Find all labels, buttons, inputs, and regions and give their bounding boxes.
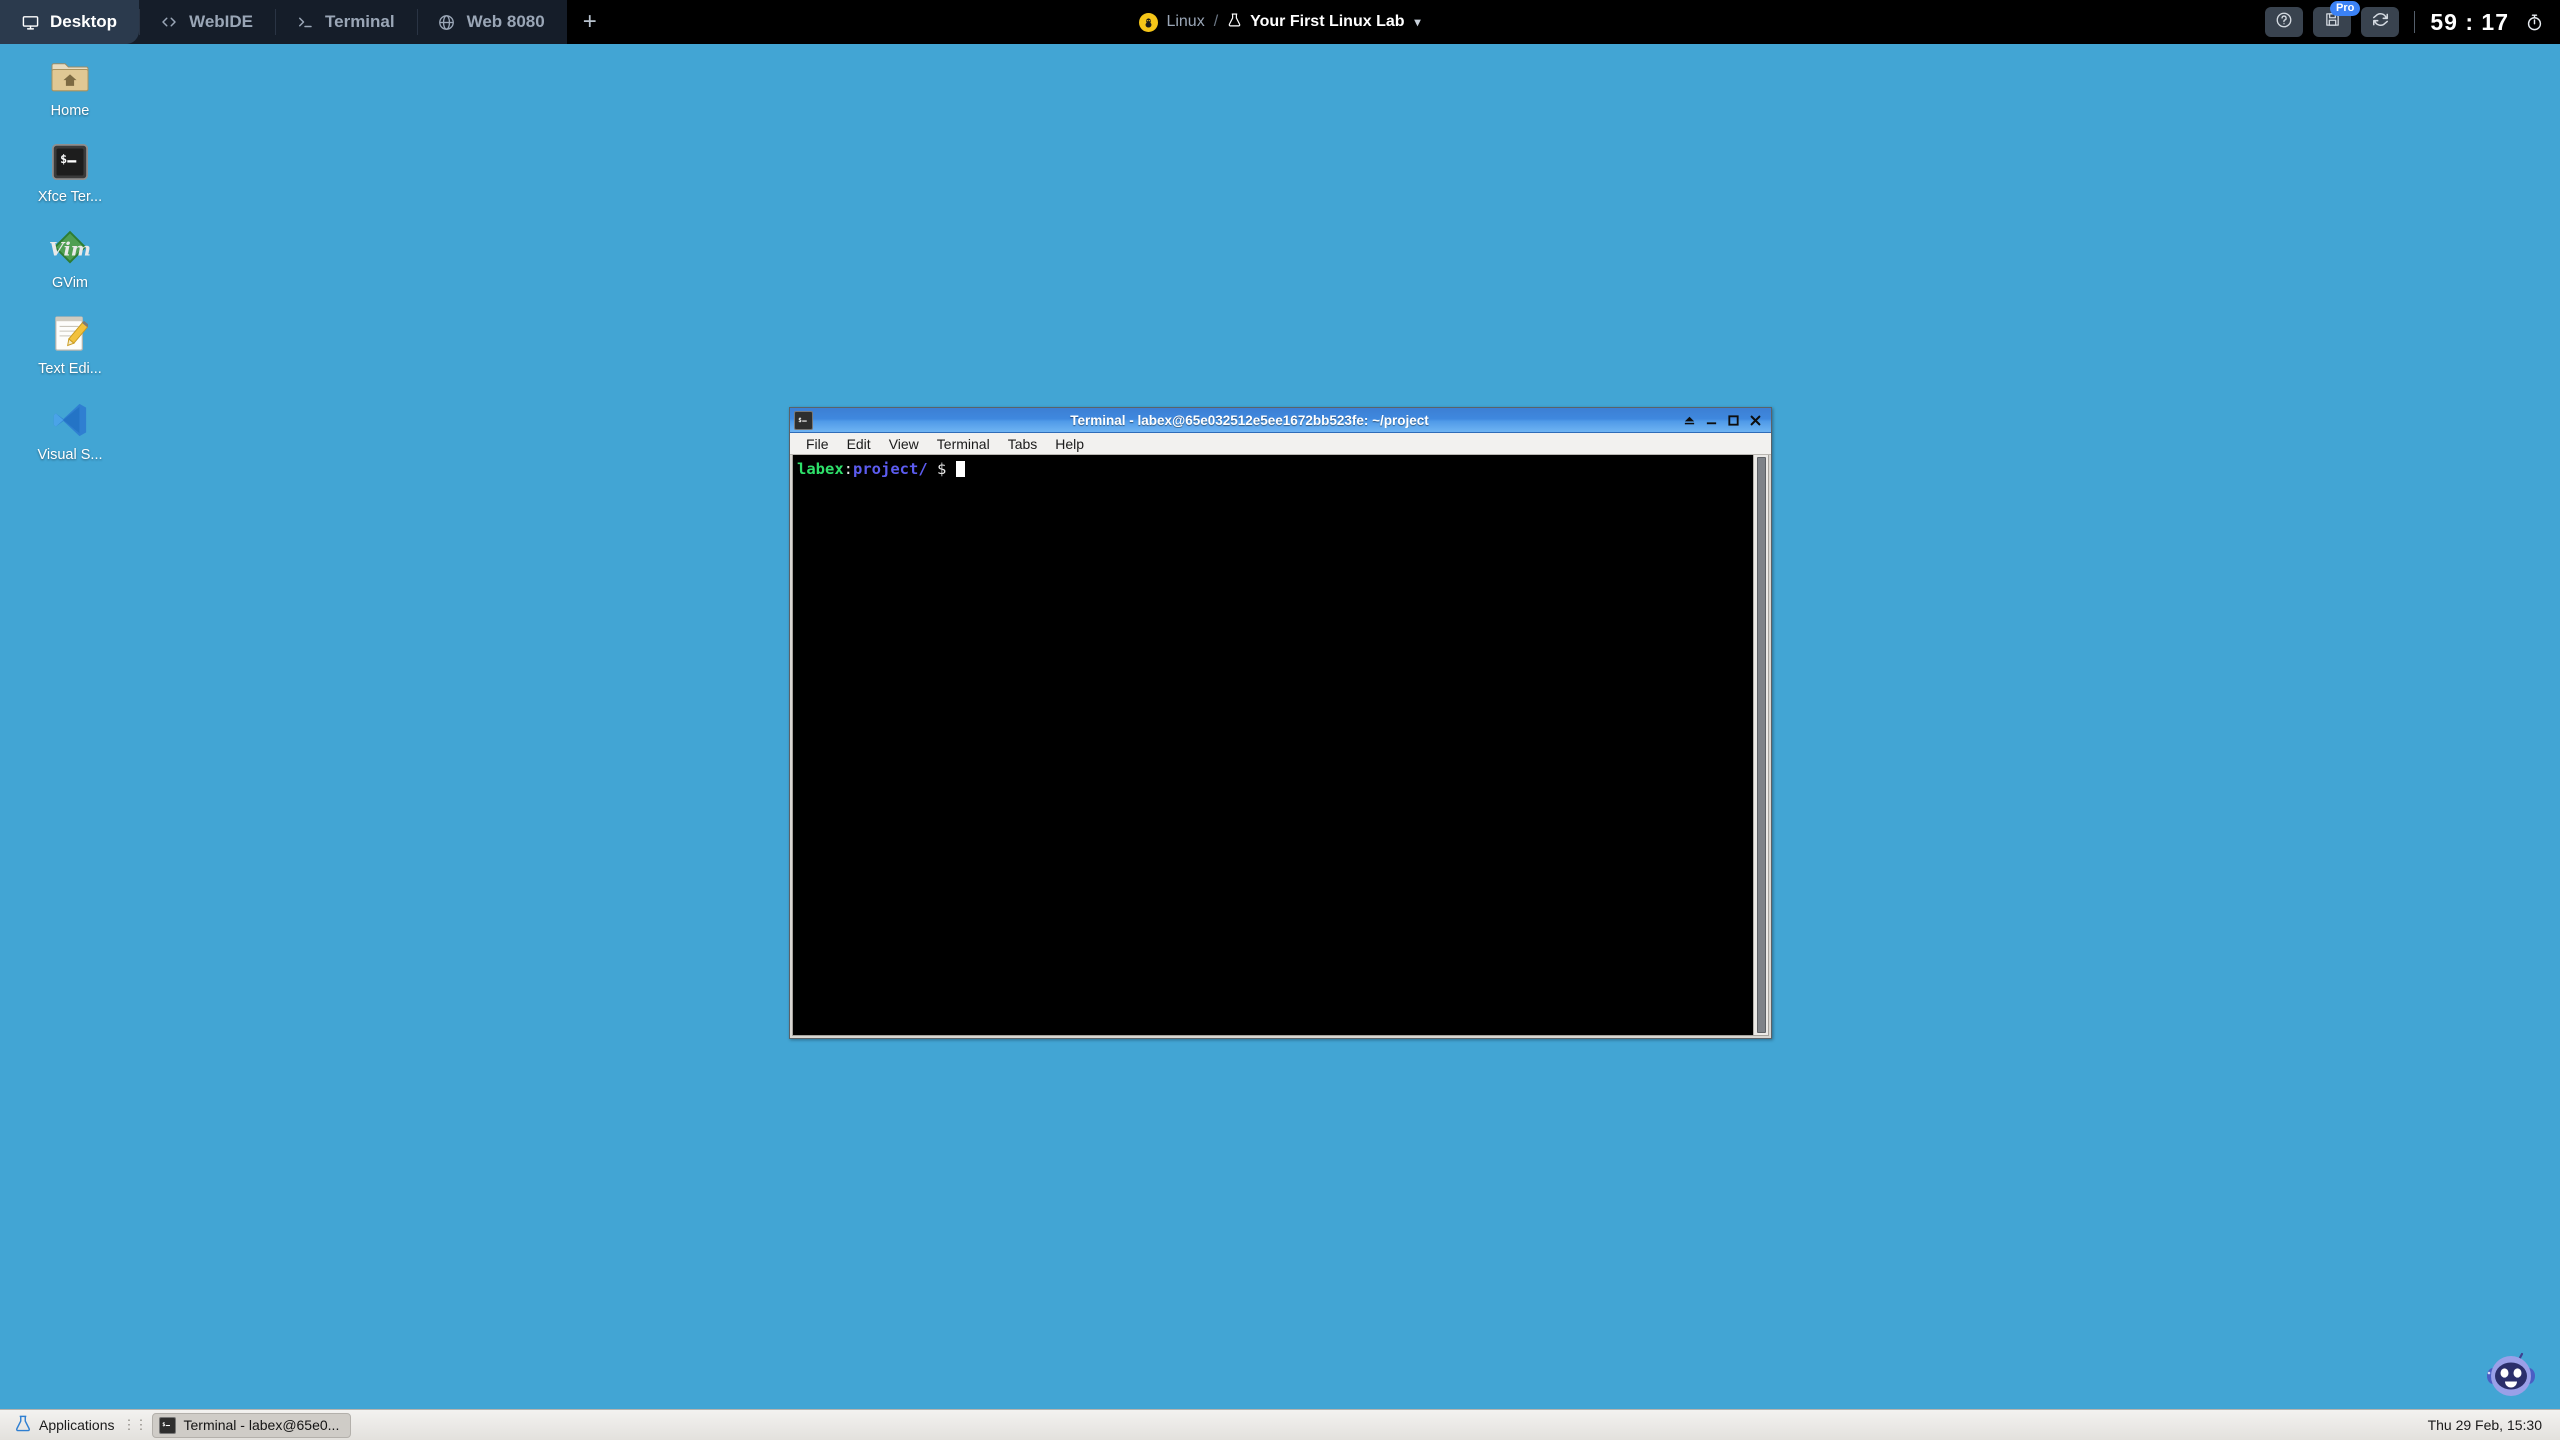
terminal-menubar: File Edit View Terminal Tabs Help	[790, 433, 1771, 455]
tab-webide-label: WebIDE	[189, 12, 253, 31]
add-tab-button[interactable]: +	[566, 0, 613, 44]
terminal-icon: $	[158, 1416, 176, 1434]
menu-help[interactable]: Help	[1046, 433, 1093, 455]
menu-edit[interactable]: Edit	[838, 433, 880, 455]
top-bar-actions: Pro 59 : 17	[2265, 0, 2560, 44]
breadcrumb-lab[interactable]: Your First Linux Lab ▾	[1227, 12, 1421, 33]
terminal-titlebar[interactable]: $ Terminal - labex@65e032512e5ee1672bb52…	[790, 408, 1771, 433]
shade-icon[interactable]	[1682, 412, 1697, 429]
terminal-body: labex:project/ $	[792, 455, 1769, 1036]
prompt-icon	[295, 12, 315, 32]
taskbar-window-terminal[interactable]: $ Terminal - labex@65e0...	[151, 1412, 352, 1438]
tab-desktop[interactable]: Desktop	[0, 0, 140, 44]
tab-web-8080[interactable]: Web 8080	[416, 0, 567, 44]
desktop-screen: Desktop WebIDE Terminal Web 8080 + Linux…	[0, 0, 2560, 1440]
desktop-icon-visual-studio-code-label: Visual S...	[37, 447, 103, 463]
terminal-icon: $	[46, 138, 94, 186]
tab-desktop-label: Desktop	[50, 12, 118, 31]
window-controls	[1682, 412, 1768, 429]
labex-top-bar: Desktop WebIDE Terminal Web 8080 + Linux…	[0, 0, 2560, 44]
terminal-title-text: Terminal - labex@65e032512e5ee1672bb523f…	[1070, 412, 1429, 428]
menu-view[interactable]: View	[880, 433, 928, 455]
lab-timer: 59 : 17	[2430, 8, 2509, 35]
breadcrumb-os-label: Linux	[1166, 13, 1205, 30]
svg-text:$: $	[60, 152, 67, 166]
terminal-scrollbar[interactable]	[1753, 455, 1768, 1035]
pro-badge: Pro	[2330, 1, 2361, 17]
home-folder-icon	[46, 52, 94, 100]
flask-icon	[1227, 12, 1242, 33]
desktop-icon-visual-studio-code[interactable]: Visual S...	[18, 396, 122, 463]
taskbar-clock: Thu 29 Feb, 15:30	[2427, 1417, 2542, 1433]
gvim-icon: Vim	[46, 224, 94, 272]
refresh-button[interactable]	[2361, 7, 2400, 37]
terminal-scrollbar-thumb[interactable]	[1756, 457, 1766, 1033]
chevron-down-icon[interactable]: ▾	[1415, 15, 1421, 29]
desktop-icon-xfce-terminal[interactable]: $ Xfce Ter...	[18, 138, 122, 205]
code-brackets-icon	[159, 12, 179, 32]
vscode-icon	[46, 396, 94, 444]
minimize-icon[interactable]	[1704, 412, 1719, 429]
breadcrumb-lab-label: Your First Linux Lab	[1250, 13, 1405, 30]
refresh-icon	[2371, 10, 2390, 34]
prompt-path: project/	[853, 460, 928, 478]
stopwatch-icon[interactable]	[2525, 13, 2544, 32]
globe-icon	[437, 12, 457, 32]
breadcrumb-os[interactable]: Linux	[1139, 12, 1205, 32]
desktop-icon-gvim-label: GVim	[52, 275, 88, 291]
desktop-icon-xfce-terminal-label: Xfce Ter...	[37, 189, 103, 205]
desktop-icon-column: Home $ Xfce Ter... Vim GVim Text Edi... …	[18, 52, 128, 482]
desktop-icon-home[interactable]: Home	[18, 52, 122, 119]
help-button[interactable]	[2265, 7, 2304, 37]
taskbar-window-terminal-label: Terminal - labex@65e0...	[183, 1417, 340, 1433]
tab-web-8080-label: Web 8080	[466, 12, 545, 31]
robot-assistant-button[interactable]	[2484, 1348, 2538, 1402]
tab-terminal-label: Terminal	[325, 12, 395, 31]
help-icon	[2275, 11, 2293, 34]
menu-terminal[interactable]: Terminal	[928, 433, 999, 455]
taskbar: Applications ⋮⋮ $ Terminal - labex@65e0.…	[0, 1409, 2560, 1440]
breadcrumb-separator: /	[1213, 13, 1219, 30]
terminal-screen[interactable]: labex:project/ $	[793, 455, 1753, 1035]
applications-menu-button[interactable]: Applications	[8, 1413, 121, 1438]
tasklist-drag-handle[interactable]: ⋮⋮	[123, 1417, 148, 1433]
tab-webide[interactable]: WebIDE	[139, 0, 275, 44]
monitor-icon	[20, 12, 40, 32]
prompt-user: labex	[797, 460, 844, 478]
tab-terminal[interactable]: Terminal	[275, 0, 417, 44]
desktop-icon-text-editor[interactable]: Text Edi...	[18, 310, 122, 377]
robot-assistant-icon	[2487, 1352, 2535, 1396]
flask-icon	[14, 1414, 32, 1436]
applications-menu-label: Applications	[39, 1417, 115, 1433]
save-button[interactable]: Pro	[2313, 1, 2361, 37]
menu-file[interactable]: File	[797, 433, 838, 455]
desktop-icon-gvim[interactable]: Vim GVim	[18, 224, 122, 291]
text-editor-icon	[46, 310, 94, 358]
terminal-cursor	[955, 461, 965, 477]
close-icon[interactable]	[1748, 412, 1763, 429]
menu-tabs[interactable]: Tabs	[999, 433, 1047, 455]
svg-text:$: $	[798, 417, 802, 423]
terminal-window[interactable]: $ Terminal - labex@65e032512e5ee1672bb52…	[789, 407, 1772, 1039]
maximize-icon[interactable]	[1726, 412, 1741, 429]
tab-strip: Desktop WebIDE Terminal Web 8080	[0, 0, 567, 44]
prompt-dollar: $	[937, 460, 947, 478]
linux-penguin-icon	[1139, 12, 1159, 32]
prompt-colon: :	[843, 460, 854, 478]
terminal-prompt-line: labex:project/ $	[797, 460, 1753, 479]
desktop-icon-text-editor-label: Text Edi...	[38, 361, 102, 377]
terminal-icon: $	[794, 410, 813, 430]
svg-text:Vim: Vim	[50, 237, 90, 260]
toolbar-divider	[2414, 11, 2416, 33]
desktop-icon-home-label: Home	[50, 103, 90, 119]
svg-text:$: $	[162, 1422, 165, 1428]
